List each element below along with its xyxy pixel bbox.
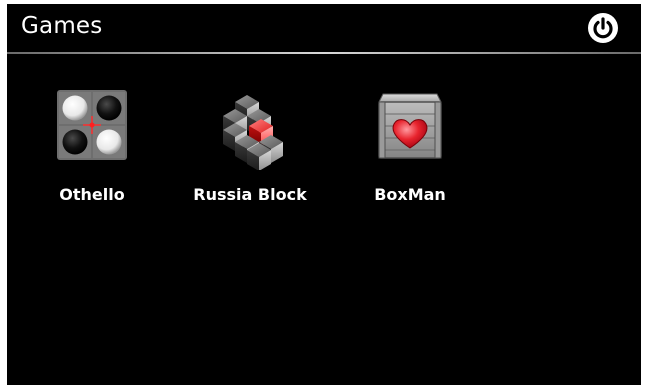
games-screen: Games Othello Russia Block BoxMan [7, 4, 641, 385]
power-button[interactable] [587, 12, 619, 44]
boxman-icon [378, 93, 442, 159]
header-divider [7, 52, 641, 54]
russia-block-icon [223, 95, 283, 170]
game-label-boxman: BoxMan [374, 185, 446, 204]
game-label-russia-block: Russia Block [193, 185, 307, 204]
game-label-othello: Othello [59, 185, 125, 204]
page-title: Games [21, 13, 103, 39]
othello-icon [57, 90, 127, 160]
power-icon [588, 13, 618, 43]
header-bar: Games [7, 4, 641, 52]
